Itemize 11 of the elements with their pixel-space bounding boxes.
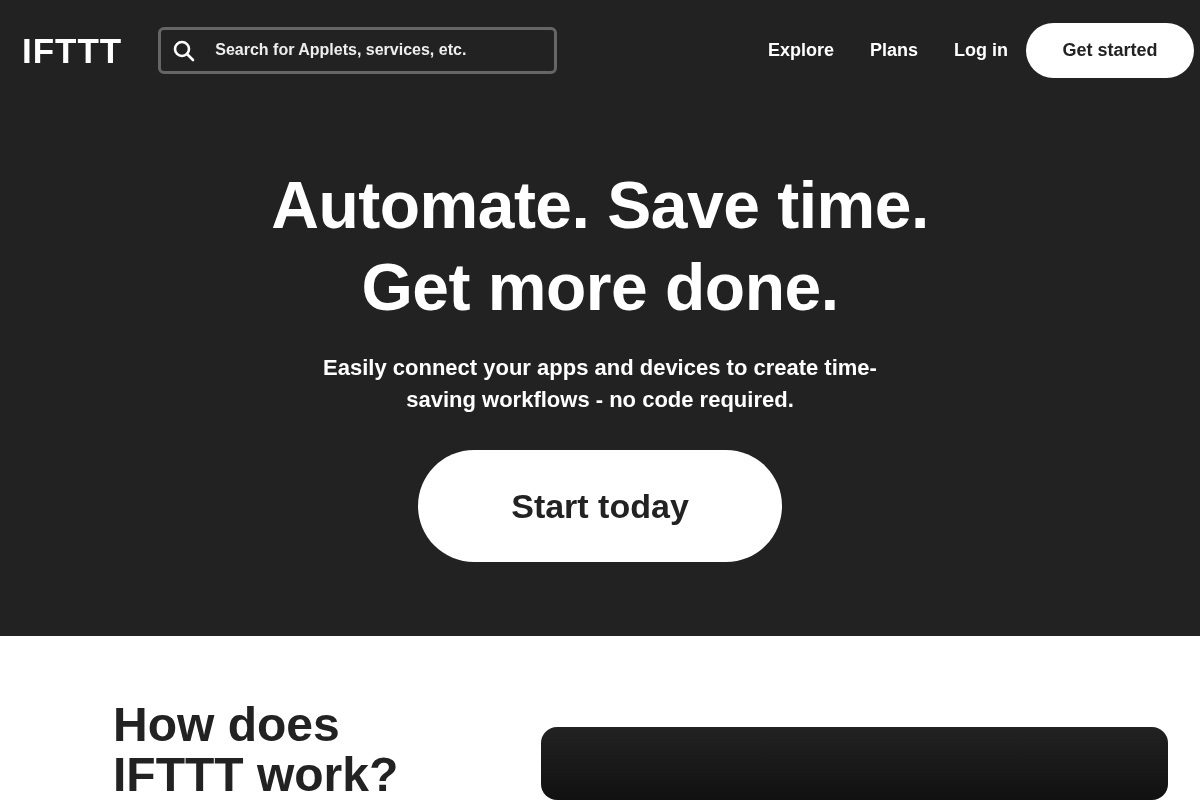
nav-link[interactable]: Log in <box>954 36 1008 64</box>
hero-headline: Automate. Save time. Get more done. <box>271 167 929 326</box>
start-today-button[interactable]: Start today <box>418 450 782 562</box>
hero-subtitle: Easily connect your apps and devices to create time-saving workflows - no code required. <box>322 354 878 414</box>
get-started-button[interactable]: Get started <box>1026 22 1194 78</box>
search-icon <box>173 39 196 62</box>
logo[interactable]: IFTTT <box>22 32 123 68</box>
section-heading: How does IFTTT work? <box>113 700 400 800</box>
nav-link[interactable]: Plans <box>870 36 918 64</box>
nav-link[interactable]: Explore <box>767 36 834 64</box>
search-field[interactable]: Search for Applets, services, etc. <box>158 26 558 74</box>
